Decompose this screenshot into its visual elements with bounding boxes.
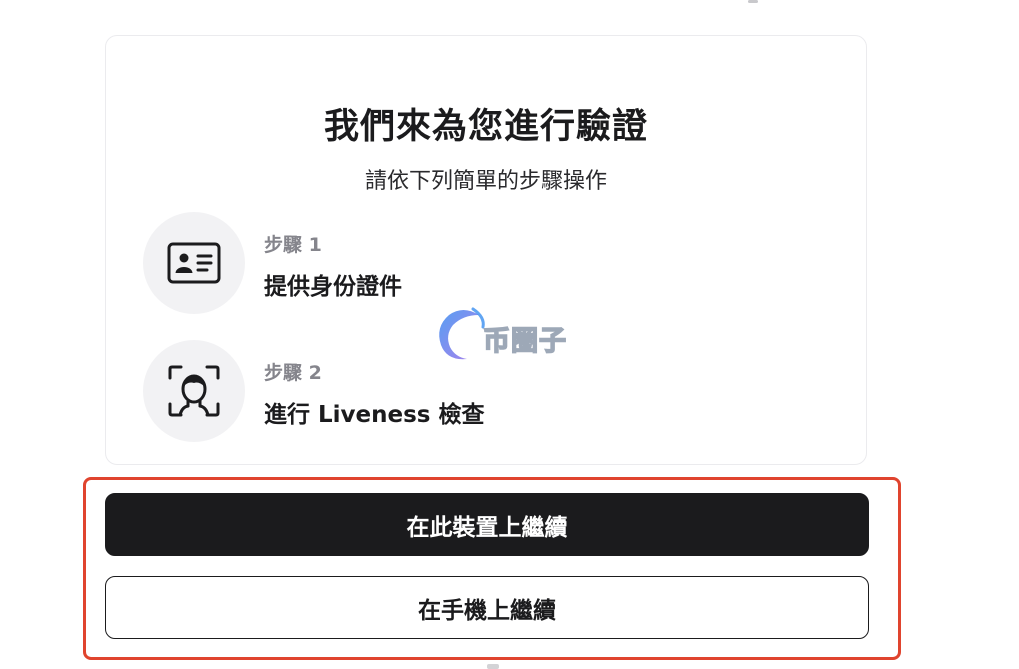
watermark-logo-icon xyxy=(439,307,485,360)
step-item-1: 步驟 1 提供身份證件 xyxy=(143,212,843,314)
continue-on-device-button[interactable]: 在此裝置上繼續 xyxy=(105,493,869,556)
face-scan-icon xyxy=(168,365,220,417)
step-icon-circle xyxy=(143,340,245,442)
id-card-icon xyxy=(167,242,221,284)
top-edge-mark xyxy=(748,0,758,3)
step-icon-circle xyxy=(143,212,245,314)
step-label: 步驟 1 xyxy=(264,234,322,256)
page-subtitle: 請依下列簡單的步驟操作 xyxy=(364,169,607,194)
watermark: 币圈子 xyxy=(433,305,583,363)
bottom-edge-mark xyxy=(487,664,499,669)
page-title: 我們來為您進行驗證 xyxy=(323,107,648,147)
watermark-text: 币圈子 xyxy=(482,325,567,358)
verification-page: 我們來為您進行驗證 請依下列簡單的步驟操作 步驟 1 提供身份證件 步驟 2 進… xyxy=(0,0,1019,669)
step-text: 進行 Liveness 檢查 xyxy=(264,402,485,428)
step-text: 提供身份證件 xyxy=(264,274,402,300)
step-label: 步驟 2 xyxy=(264,362,322,384)
continue-on-phone-button[interactable]: 在手機上繼續 xyxy=(105,576,869,639)
